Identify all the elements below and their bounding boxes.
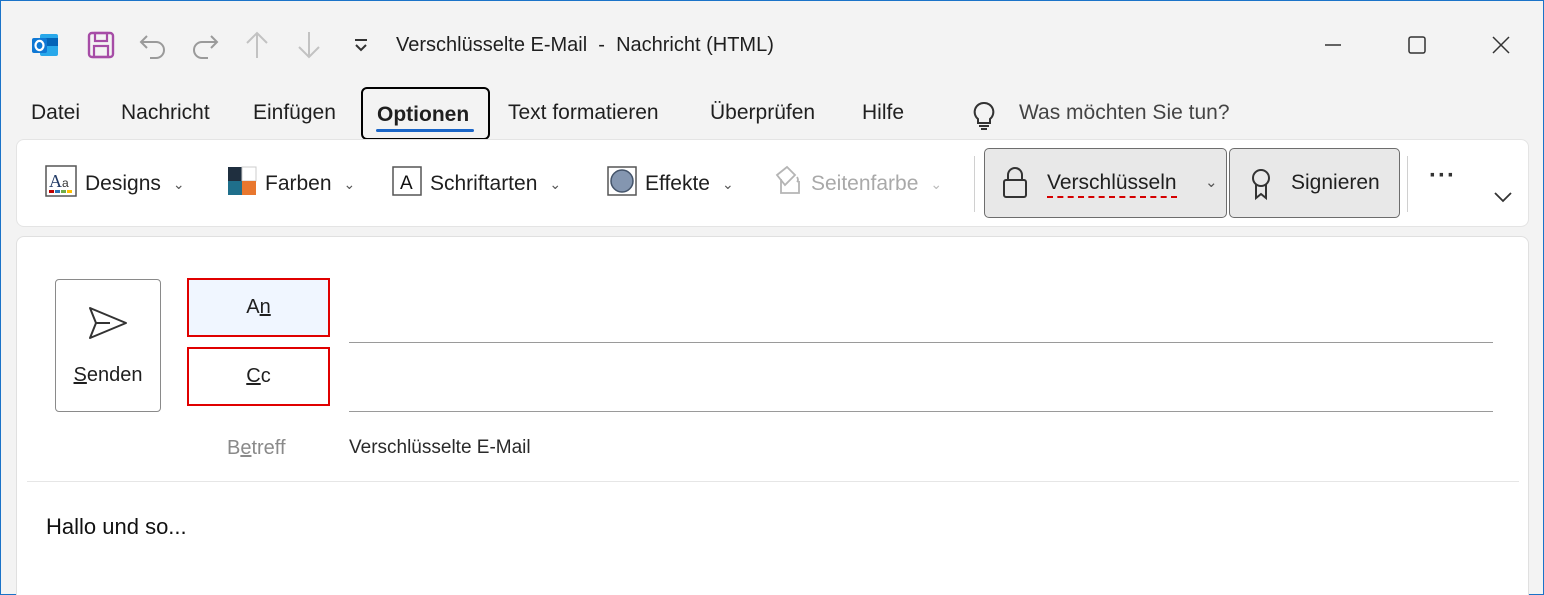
ribbon-tabs: Datei Nachricht Einfügen Optionen Text f…	[1, 87, 1543, 141]
compose-area: Senden An Cc Betreff Verschlüsselte E-Ma…	[16, 236, 1529, 595]
chevron-down-icon: ⌄	[172, 175, 185, 192]
effekte-button[interactable]: Effekte ⌄	[607, 166, 734, 202]
ribbon-options: A a Designs ⌄ Farben ⌄ A Schriftarten ⌄ …	[16, 139, 1529, 227]
active-tab-indicator	[376, 129, 474, 132]
down-icon[interactable]	[293, 29, 325, 61]
cc-label: Cc	[246, 365, 271, 387]
farben-button[interactable]: Farben ⌄	[227, 166, 355, 202]
send-icon	[88, 306, 128, 345]
signieren-label: Signieren	[1291, 171, 1380, 194]
subject-label: Betreff	[227, 437, 286, 459]
undo-icon[interactable]	[137, 29, 169, 61]
save-icon[interactable]	[85, 29, 117, 61]
designs-icon: A a	[45, 165, 77, 203]
svg-text:a: a	[62, 176, 69, 190]
farben-label: Farben	[265, 172, 332, 195]
schriftarten-button[interactable]: A Schriftarten ⌄	[392, 166, 561, 202]
chevron-down-icon: ⌄	[343, 175, 356, 192]
ribbon-divider	[974, 156, 975, 212]
ribbon-collapse-chevron-icon[interactable]	[1493, 190, 1513, 209]
effects-icon	[607, 166, 637, 202]
to-label: An	[246, 296, 271, 318]
outlook-icon	[29, 29, 61, 61]
tab-optionen-label: Optionen	[377, 103, 470, 126]
maximize-icon[interactable]	[1394, 23, 1440, 67]
schriftarten-label: Schriftarten	[430, 172, 538, 195]
window-title: Verschlüsselte E-Mail - Nachricht (HTML)	[396, 34, 774, 56]
fonts-icon: A	[392, 166, 422, 202]
send-button[interactable]: Senden	[55, 279, 161, 412]
tab-optionen[interactable]: Optionen	[361, 87, 490, 140]
more-options-button[interactable]: ···	[1429, 162, 1456, 190]
chevron-down-icon[interactable]: ⌄	[1205, 173, 1218, 191]
svg-text:A: A	[400, 173, 413, 194]
outlook-message-window: Verschlüsselte E-Mail - Nachricht (HTML)…	[0, 0, 1544, 595]
tab-datei[interactable]: Datei	[31, 101, 80, 125]
verschluesseln-label: Verschlüsseln	[1047, 171, 1177, 198]
seitenfarbe-label: Seitenfarbe	[811, 172, 919, 195]
tab-text-formatieren[interactable]: Text formatieren	[508, 101, 659, 125]
seitenfarbe-button[interactable]: Seitenfarbe ⌄	[773, 165, 943, 203]
cc-button[interactable]: Cc	[187, 347, 330, 406]
signieren-button[interactable]: Signieren	[1229, 148, 1400, 218]
page-color-icon	[773, 165, 803, 203]
up-icon[interactable]	[241, 29, 273, 61]
chevron-down-icon: ⌄	[722, 175, 734, 192]
designs-button[interactable]: A a Designs ⌄	[45, 165, 185, 203]
title-bar: Verschlüsselte E-Mail - Nachricht (HTML)	[1, 1, 1543, 87]
colors-icon	[227, 166, 257, 202]
lightbulb-icon[interactable]	[971, 101, 997, 131]
redo-icon[interactable]	[189, 29, 221, 61]
tab-hilfe[interactable]: Hilfe	[862, 101, 904, 125]
to-button[interactable]: An	[187, 278, 330, 337]
to-field[interactable]	[349, 342, 1493, 343]
svg-text:A: A	[49, 171, 62, 191]
effekte-label: Effekte	[645, 172, 710, 195]
subject-input[interactable]: Verschlüsselte E-Mail	[349, 437, 531, 459]
ribbon-divider	[1407, 156, 1408, 212]
ribbon-badge-icon	[1248, 167, 1274, 207]
tab-einfuegen[interactable]: Einfügen	[253, 101, 336, 125]
lock-icon	[1001, 166, 1029, 206]
customize-icon[interactable]	[345, 29, 377, 61]
tab-ueberpruefen[interactable]: Überprüfen	[710, 101, 815, 125]
body-divider	[27, 481, 1519, 482]
verschluesseln-button[interactable]: Verschlüsseln ⌄	[984, 148, 1227, 218]
send-label: Senden	[73, 364, 143, 386]
chevron-down-icon: ⌄	[549, 175, 562, 192]
chevron-down-icon: ⌄	[930, 175, 943, 192]
designs-label: Designs	[85, 172, 161, 195]
cc-field[interactable]	[349, 411, 1493, 412]
message-body[interactable]: Hallo und so...	[46, 514, 187, 540]
tab-nachricht[interactable]: Nachricht	[121, 101, 210, 125]
minimize-icon[interactable]	[1310, 23, 1356, 67]
tell-me-search[interactable]: Was möchten Sie tun?	[1019, 101, 1230, 125]
close-icon[interactable]	[1478, 23, 1524, 67]
